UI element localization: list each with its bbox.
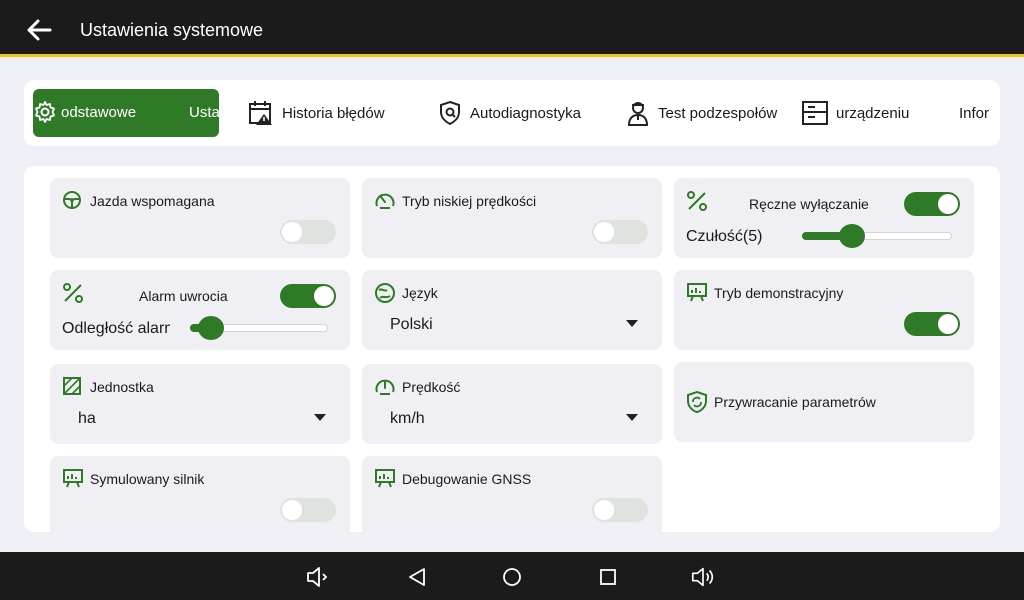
calendar-warning-icon [248,100,274,126]
tab-self-diagnostics[interactable]: Autodiagnostyka [438,89,581,137]
card-manual-disengage: Ręczne wyłączanie Czułość(5) [674,178,974,258]
presentation-chart-icon [374,468,396,488]
language-title: Język [402,285,438,301]
tab-device-info[interactable]: urządzeniu [802,89,909,137]
tab-device-info-label: urządzeniu [836,104,910,122]
nav-recents-button[interactable] [595,564,621,590]
tab-error-history-label: Historia błędów [282,104,385,122]
tab-info[interactable]: Infor [959,89,989,137]
card-assisted-driving: Jazda wspomagana [50,178,350,258]
circle-home-icon [503,568,521,586]
top-bar: Ustawienia systemowe [0,0,1024,57]
volume-down-button[interactable] [305,564,331,590]
card-turn-alarm: Alarm uwrocia Odległość alarm [50,270,350,350]
page-title: Ustawienia systemowe [80,20,264,40]
chevron-down-icon[interactable] [626,414,638,421]
demo-mode-title: Tryb demonstracyjny [714,285,844,301]
nav-home-button[interactable] [499,564,525,590]
gear-icon [33,100,57,128]
tab-basic-settings[interactable]: odstawowe Usta [33,89,219,137]
unit-title: Jednostka [90,379,154,395]
field-area-icon [62,376,82,396]
technician-icon [626,100,650,126]
arrow-left-icon [27,19,52,41]
shield-search-icon [438,100,462,126]
low-speed-mode-toggle[interactable] [592,220,648,244]
nav-back-button[interactable] [404,564,430,590]
system-nav-bar [0,552,1024,600]
volume-down-icon [307,567,328,587]
speed-title: Prędkość [402,379,461,395]
gnss-debug-title: Debugowanie GNSS [402,471,532,487]
alarm-distance-slider[interactable] [190,316,328,340]
turn-alarm-toggle[interactable] [280,284,336,308]
manual-disengage-toggle[interactable] [904,192,960,216]
simulated-engine-title: Symulowany silnik [90,471,205,487]
tab-settings-label: Usta [189,104,219,121]
sensitivity-slider[interactable] [802,224,952,248]
gnss-debug-toggle[interactable] [592,498,648,522]
tab-component-test[interactable]: Test podzespołów [626,89,777,137]
shield-refresh-icon [686,390,708,414]
tab-bar: odstawowe Usta Historia błędów Autodiagn… [24,80,1000,146]
settings-panel: Jazda wspomagana Tryb niskiej prędkości … [24,166,1000,532]
card-low-speed-mode: Tryb niskiej prędkości [362,178,662,258]
tab-info-label: Infor [959,104,990,122]
sensitivity-label: Czułość(5) [686,228,763,245]
restore-parameters-title: Przywracanie parametrów [714,394,876,410]
chevron-down-icon[interactable] [626,320,638,327]
route-icon [686,190,708,212]
volume-up-icon [691,567,714,587]
alarm-distance-label: Odległość alarm [62,320,170,337]
speedometer-low-icon [374,190,396,210]
card-restore-parameters[interactable]: Przywracanie parametrów [674,362,974,442]
tab-self-diagnostics-label: Autodiagnostyka [470,104,581,122]
turn-alarm-title: Alarm uwrocia [139,288,228,304]
globe-icon [374,282,396,304]
tab-component-test-label: Test podzespołów [658,104,778,122]
square-recents-icon [600,569,616,585]
card-gnss-debug: Debugowanie GNSS [362,456,662,532]
steering-wheel-icon [62,190,82,210]
route-icon [62,282,84,304]
manual-disengage-title: Ręczne wyłączanie [749,196,869,212]
tab-basic-label: odstawowe [61,104,137,121]
assisted-driving-title: Jazda wspomagana [90,193,215,209]
presentation-chart-icon [62,468,84,488]
card-speed[interactable]: Prędkość km/h [362,364,662,444]
chevron-down-icon[interactable] [314,414,326,421]
presentation-chart-icon [686,282,708,302]
card-unit[interactable]: Jednostka ha [50,364,350,444]
triangle-back-icon [409,568,425,586]
speed-select-value[interactable]: km/h [390,410,425,428]
low-speed-mode-title: Tryb niskiej prędkości [402,193,537,209]
assisted-driving-toggle[interactable] [280,220,336,244]
speedometer-icon [374,376,396,396]
card-language[interactable]: Język Polski [362,270,662,350]
demo-mode-toggle[interactable] [904,312,960,336]
language-select-value[interactable]: Polski [390,316,433,334]
card-demo-mode: Tryb demonstracyjny [674,270,974,350]
device-list-icon [802,100,828,126]
simulated-engine-toggle[interactable] [280,498,336,522]
tab-error-history[interactable]: Historia błędów [248,89,385,137]
back-button[interactable] [22,12,58,48]
unit-select-value[interactable]: ha [78,410,96,428]
card-simulated-engine: Symulowany silnik [50,456,350,532]
volume-up-button[interactable] [690,564,716,590]
